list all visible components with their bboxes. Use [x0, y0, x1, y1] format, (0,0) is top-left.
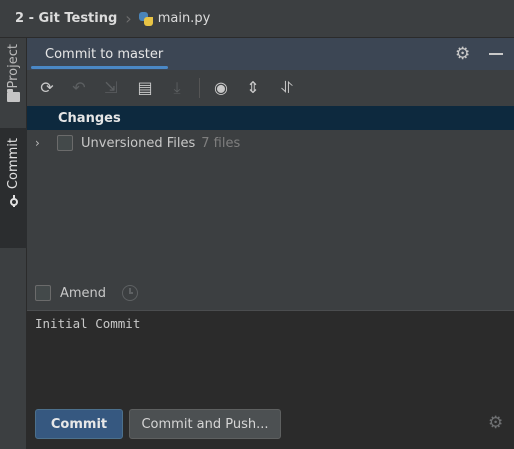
sidebar-item-commit[interactable]: Commit [0, 128, 27, 248]
diff-icon[interactable]: ▤ [135, 78, 155, 98]
commit-button[interactable]: Commit [35, 409, 123, 439]
chevron-right-icon[interactable]: › [35, 136, 47, 150]
eye-icon[interactable]: ◉ [211, 78, 231, 98]
expand-all-icon[interactable]: ⇕ [243, 78, 263, 98]
breadcrumb-project[interactable]: 2 - Git Testing [15, 11, 117, 26]
unversioned-files-node[interactable]: › Unversioned Files 7 files [27, 131, 514, 155]
refresh-icon[interactable]: ⟳ [37, 78, 57, 98]
shelve-icon[interactable]: ⤓ [167, 78, 187, 98]
unversioned-files-label: Unversioned Files [81, 135, 196, 151]
commit-actions: Commit Commit and Push... ⚙ [27, 401, 514, 449]
amend-label[interactable]: Amend [60, 286, 106, 301]
clock-icon[interactable] [122, 285, 139, 301]
amend-row: Amend [27, 281, 514, 305]
commit-toolbar: ⟳ ↶ ⇲ ▤ ⤓ ◉ ⇕ ⥯ [27, 70, 514, 106]
toolbar-separator [199, 78, 200, 98]
file-count: 7 files [201, 135, 241, 151]
active-tab-indicator [31, 66, 168, 69]
commit-and-push-button[interactable]: Commit and Push... [129, 409, 281, 439]
commit-message-field[interactable]: Initial Commit [27, 311, 514, 401]
unversioned-files-checkbox[interactable] [57, 135, 73, 151]
collapse-all-icon[interactable]: ⥯ [277, 78, 297, 98]
breadcrumb-separator-icon: › [125, 9, 132, 28]
sidebar-item-label: Project [6, 44, 21, 89]
python-file-icon [138, 11, 154, 27]
folder-icon [7, 89, 20, 103]
changes-label: Changes [58, 110, 121, 126]
breadcrumb-file[interactable]: main.py [158, 11, 211, 26]
tool-window-strip: Project Commit [0, 38, 27, 449]
gear-icon[interactable]: ⚙ [455, 45, 470, 63]
merge-arrows-icon[interactable]: ⇲ [101, 78, 121, 98]
navigation-bar: 2 - Git Testing › main.py [0, 0, 514, 38]
amend-checkbox[interactable] [35, 285, 51, 301]
sidebar-item-label: Commit [6, 138, 21, 190]
rollback-icon[interactable]: ↶ [69, 78, 89, 98]
sidebar-item-project[interactable]: Project [0, 44, 27, 114]
commit-message-text: Initial Commit [35, 316, 141, 331]
gear-icon[interactable]: ⚙ [488, 414, 503, 432]
minimize-icon[interactable] [489, 53, 503, 55]
changes-node[interactable]: Changes [27, 106, 514, 130]
tab-label: Commit to master [45, 46, 164, 62]
commit-icon [8, 195, 20, 208]
